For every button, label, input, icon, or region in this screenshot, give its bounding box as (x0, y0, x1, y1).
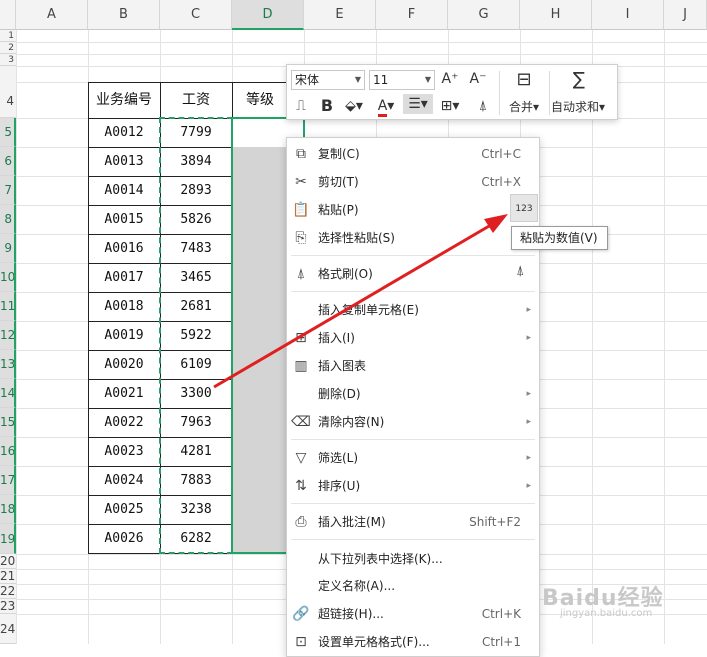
annotation-arrow (213, 214, 508, 389)
arrow-line (213, 220, 497, 389)
baidu-watermark: Baidu经验 jingyan.baidu.com (542, 586, 664, 619)
arrow-head (484, 214, 508, 233)
